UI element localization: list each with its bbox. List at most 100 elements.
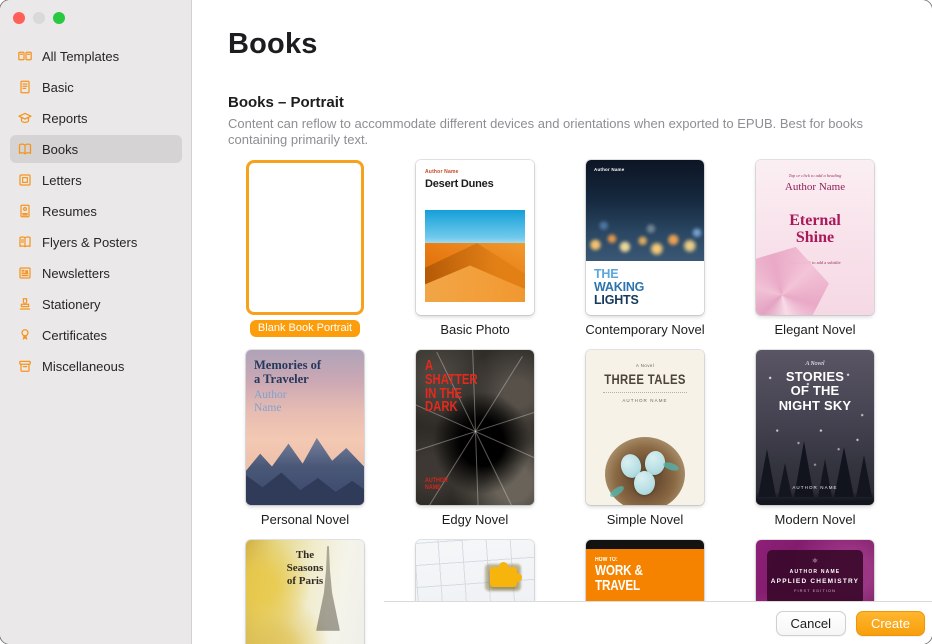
- sidebar-item-basic[interactable]: Basic: [10, 73, 182, 101]
- template-modern-novel[interactable]: A Novel STORIES OF THE NIGHT SKY AUTHOR …: [756, 350, 874, 505]
- sidebar-item-certificates[interactable]: Certificates: [10, 321, 182, 349]
- molecule-icon: ⚛: [811, 558, 819, 565]
- cover-title-line: NIGHT SKY: [778, 397, 852, 413]
- template-simple-novel[interactable]: A Novel THREE TALES AUTHOR NAME: [586, 350, 704, 505]
- template-chooser-window: All Templates Basic Reports Books Letter…: [0, 0, 932, 644]
- sidebar-item-flyers-posters[interactable]: Flyers & Posters: [10, 228, 182, 256]
- cover-author: AUTHOR NAME: [789, 569, 841, 575]
- newsletter-icon: [16, 265, 33, 282]
- dotted-divider: [602, 392, 688, 393]
- cover-kicker: A Novel: [635, 363, 655, 368]
- create-button[interactable]: Create: [855, 610, 925, 636]
- template-grid: Blank Book Portrait Author Name Desert D…: [246, 160, 874, 644]
- template-cell-edgy-novel: A SHATTER IN THE DARK AUTHOR NAME Edgy N…: [416, 350, 534, 540]
- section-heading: Books – Portrait: [228, 94, 344, 111]
- template-cell-elegant-novel: Tap or click to add a heading Author Nam…: [756, 160, 874, 350]
- cover-title: Desert Dunes: [425, 178, 494, 190]
- template-cell-seasons-of-paris: The Seasons of Paris: [246, 540, 364, 644]
- page-title: Books: [228, 28, 318, 60]
- close-window-button[interactable]: [13, 12, 25, 24]
- template-edgy-novel[interactable]: A SHATTER IN THE DARK AUTHOR NAME: [416, 350, 534, 505]
- template-cell-contemporary-novel: Author Name THE WAKING LIGHTS Contempora…: [585, 160, 705, 350]
- template-cell-basic-photo: Author Name Desert Dunes Basic Photo: [416, 160, 534, 350]
- sidebar-item-label: Resumes: [42, 203, 97, 219]
- sidebar-item-label: All Templates: [42, 48, 120, 64]
- window-controls: [13, 12, 65, 24]
- sidebar: All Templates Basic Reports Books Letter…: [0, 0, 192, 644]
- document-icon: [16, 79, 33, 96]
- sidebar-item-stationery[interactable]: Stationery: [10, 290, 182, 318]
- sidebar-item-books[interactable]: Books: [10, 135, 182, 163]
- template-blank-book-portrait[interactable]: [246, 160, 364, 315]
- sidebar-item-label: Basic: [42, 79, 74, 95]
- cancel-button[interactable]: Cancel: [775, 610, 846, 636]
- cover-author: Author Name: [425, 169, 459, 175]
- sidebar-item-all-templates[interactable]: All Templates: [10, 42, 182, 70]
- minimize-window-button[interactable]: [33, 12, 45, 24]
- template-personal-novel[interactable]: Memories of a Traveler Author Name: [246, 350, 364, 505]
- cover-top-band: [586, 540, 704, 549]
- template-basic-photo[interactable]: Author Name Desert Dunes: [416, 160, 534, 315]
- template-cell-modern-novel: A Novel STORIES OF THE NIGHT SKY AUTHOR …: [756, 350, 874, 540]
- cover-title-line: WORK &: [595, 562, 643, 579]
- cover-author-line: NAME: [425, 484, 441, 492]
- cover-title-line: THE: [594, 266, 619, 281]
- cover-title-band: ⚛ AUTHOR NAME APPLIED CHEMISTRY FIRST ED…: [767, 550, 863, 604]
- cover-title-line: The: [295, 549, 315, 561]
- desert-dunes-photo: [425, 210, 525, 302]
- sidebar-item-reports[interactable]: Reports: [10, 104, 182, 132]
- template-cell-personal-novel: Memories of a Traveler Author Name Perso…: [246, 350, 364, 540]
- cover-title-line: Seasons: [286, 561, 324, 574]
- cover-title-line: TRAVEL: [595, 577, 640, 594]
- template-caption: Basic Photo: [440, 322, 510, 337]
- cover-author: Author Name: [784, 181, 846, 193]
- archive-box-icon: [16, 358, 33, 375]
- cover-title-line: STORIES: [785, 369, 845, 384]
- flyer-icon: [16, 234, 33, 251]
- template-caption: Personal Novel: [260, 512, 350, 527]
- sidebar-item-label: Books: [42, 141, 79, 157]
- templates-grid-icon: [16, 48, 33, 65]
- sidebar-item-label: Letters: [42, 172, 82, 188]
- cover-title-line: of Paris: [286, 574, 324, 587]
- cover-title-line: LIGHTS: [594, 293, 639, 307]
- template-cell-blank-book-portrait: Blank Book Portrait: [246, 160, 364, 350]
- cover-title-line: Shine: [795, 228, 835, 246]
- ribbon-medal-icon: [16, 327, 33, 344]
- cover-author: AUTHOR NAME: [622, 398, 668, 403]
- city-lights-photo: [586, 160, 704, 261]
- cover-heading-hint: Tap or click to add a heading: [788, 173, 842, 178]
- template-contemporary-novel[interactable]: Author Name THE WAKING LIGHTS: [586, 160, 704, 315]
- sidebar-item-resumes[interactable]: Resumes: [10, 197, 182, 225]
- sidebar-item-label: Flyers & Posters: [42, 234, 138, 250]
- template-elegant-novel[interactable]: Tap or click to add a heading Author Nam…: [756, 160, 874, 315]
- cover-title-line: Eternal: [789, 212, 841, 229]
- template-caption: Edgy Novel: [441, 512, 509, 527]
- cover-title: Memories of a Traveler: [254, 358, 321, 386]
- graduation-cap-icon: [16, 110, 33, 127]
- cover-kicker: A Novel: [805, 361, 825, 367]
- cover-author: Author Name: [254, 389, 287, 414]
- resume-page-icon: [16, 203, 33, 220]
- sidebar-item-letters[interactable]: Letters: [10, 166, 182, 194]
- template-caption: Elegant Novel: [774, 322, 856, 337]
- template-caption: Simple Novel: [606, 512, 684, 527]
- sidebar-item-miscellaneous[interactable]: Miscellaneous: [10, 352, 182, 380]
- open-book-icon: [16, 141, 33, 158]
- section-description: Content can reflow to accommodate differ…: [228, 116, 863, 147]
- cover-author: AUTHOR NAME: [792, 485, 838, 490]
- sidebar-item-label: Newsletters: [42, 265, 110, 281]
- yellow-puzzle-piece-image: [490, 562, 522, 587]
- sidebar-item-label: Stationery: [42, 296, 101, 312]
- cover-title: APPLIED CHEMISTRY: [770, 578, 860, 585]
- cover-title-line: OF THE: [790, 383, 840, 399]
- template-travel-book[interactable]: The Seasons of Paris: [246, 540, 364, 644]
- template-category-list: All Templates Basic Reports Books Letter…: [10, 42, 182, 383]
- sidebar-item-newsletters[interactable]: Newsletters: [10, 259, 182, 287]
- bird-nest-photo: [605, 436, 685, 505]
- cover-edition: FIRST EDITION: [794, 588, 836, 593]
- rubber-stamp-icon: [16, 296, 33, 313]
- zoom-window-button[interactable]: [53, 12, 65, 24]
- framed-stamp-icon: [16, 172, 33, 189]
- cover-title: THREE TALES: [604, 372, 686, 387]
